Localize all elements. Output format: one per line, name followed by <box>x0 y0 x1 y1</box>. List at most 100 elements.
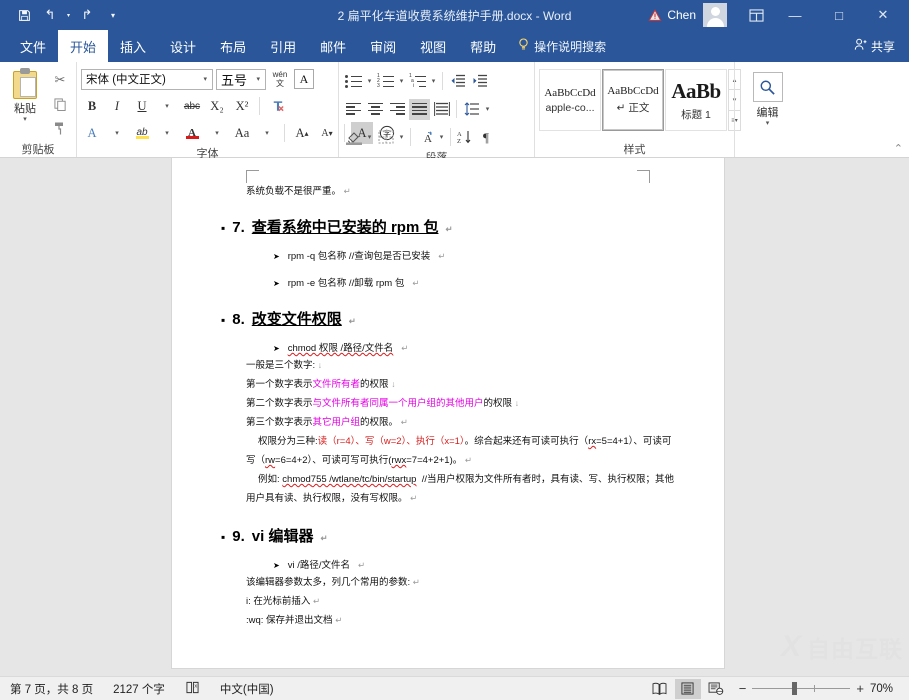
proofing-errors-icon[interactable]: x <box>175 681 210 697</box>
word-count[interactable]: 2127 个字 <box>103 681 175 697</box>
tab-view[interactable]: 视图 <box>408 30 458 62</box>
zoom-track[interactable] <box>752 682 851 695</box>
change-case-button[interactable]: Aa <box>231 122 253 144</box>
font-name-combo[interactable]: 宋体 (中文正文) ▾ <box>81 68 213 90</box>
text-effects-dropdown-icon[interactable]: ▾ <box>106 122 128 144</box>
collapse-ribbon-icon[interactable]: ⌃ <box>894 142 903 155</box>
tab-design[interactable]: 设计 <box>158 30 208 62</box>
share-button[interactable]: 共享 <box>854 30 909 62</box>
tab-references[interactable]: 引用 <box>258 30 308 62</box>
tell-me-search[interactable]: 操作说明搜索 <box>508 30 616 62</box>
tab-mailings[interactable]: 邮件 <box>308 30 358 62</box>
font-color-icon[interactable]: A <box>181 122 203 144</box>
warning-icon[interactable] <box>648 8 662 22</box>
text-highlight-icon[interactable]: ab <box>131 122 153 144</box>
borders-icon[interactable] <box>375 127 396 148</box>
read-mode-icon[interactable] <box>647 679 673 699</box>
zoom-slider[interactable]: − + <box>739 681 864 696</box>
clear-formatting-icon[interactable] <box>266 95 288 117</box>
web-layout-icon[interactable] <box>703 679 729 699</box>
font-color-dropdown-icon[interactable]: ▾ <box>206 122 228 144</box>
paste-dropdown-icon[interactable]: ▾ <box>23 116 27 123</box>
bold-button[interactable]: B <box>81 95 103 117</box>
style-item-apple-co[interactable]: AaBbCcDd apple-co... <box>539 69 601 131</box>
chevron-down-icon[interactable]: ▾ <box>253 75 263 83</box>
increase-indent-icon[interactable] <box>469 71 490 92</box>
sort-icon[interactable]: AZ <box>455 127 476 148</box>
heading-9[interactable]: ▪ 9. vi 编辑器 ↵ <box>221 525 674 546</box>
tab-insert[interactable]: 插入 <box>108 30 158 62</box>
editing-button[interactable]: 编辑 ▾ <box>740 72 796 127</box>
zoom-out-button[interactable]: − <box>739 681 747 696</box>
tab-home[interactable]: 开始 <box>58 30 109 62</box>
tab-file[interactable]: 文件 <box>8 30 58 62</box>
borders-dropdown-icon[interactable]: ▾ <box>397 126 406 148</box>
phonetic-guide-icon[interactable]: wén 文 <box>269 68 291 90</box>
paste-button[interactable]: 粘贴 ▾ <box>4 67 46 123</box>
zoom-in-button[interactable]: + <box>856 681 864 696</box>
save-icon[interactable] <box>12 4 36 26</box>
style-item-normal[interactable]: AaBbCcDd ↵ 正文 <box>602 69 664 131</box>
justify-icon[interactable] <box>409 98 430 120</box>
user-name[interactable]: Chen <box>667 8 696 22</box>
close-button[interactable]: ✕ <box>861 0 905 30</box>
asian-layout-icon[interactable]: A <box>415 127 436 148</box>
show-paragraph-marks-icon[interactable]: ¶ <box>477 127 498 148</box>
multilevel-list-icon[interactable]: 1ai <box>407 71 428 92</box>
scissors-icon[interactable]: ✂ <box>48 69 72 91</box>
align-center-icon[interactable] <box>365 99 386 120</box>
tab-help[interactable]: 帮助 <box>458 30 508 62</box>
heading-7[interactable]: ▪ 7. 查看系统中已安装的 rpm 包 ↵ <box>221 216 674 237</box>
bullet-list-icon[interactable] <box>343 71 364 92</box>
font-size-combo[interactable]: 五号 ▾ <box>216 68 266 90</box>
character-border-icon[interactable]: A <box>294 69 314 89</box>
decrease-indent-icon[interactable] <box>447 71 468 92</box>
undo-icon[interactable]: ↰ <box>38 4 62 26</box>
strikethrough-button[interactable]: abc <box>181 95 203 117</box>
italic-button[interactable]: I <box>106 95 128 117</box>
heading-8[interactable]: ▪ 8. 改变文件权限 ↵ <box>221 308 674 329</box>
multilevel-dropdown-icon[interactable]: ▾ <box>429 70 438 92</box>
ribbon-display-options-icon[interactable] <box>739 2 773 28</box>
highlight-dropdown-icon[interactable]: ▾ <box>156 122 178 144</box>
redo-icon[interactable]: ↱ <box>75 4 99 26</box>
minimize-button[interactable]: — <box>773 0 817 30</box>
distribute-icon[interactable] <box>431 99 452 120</box>
zoom-thumb[interactable] <box>792 682 798 695</box>
underline-button[interactable]: U <box>131 95 153 117</box>
bullets-dropdown-icon[interactable]: ▾ <box>365 70 374 92</box>
superscript-button[interactable]: X² <box>231 95 253 117</box>
numbering-dropdown-icon[interactable]: ▾ <box>397 70 406 92</box>
print-layout-icon[interactable] <box>674 678 701 699</box>
search-magnifier-icon[interactable] <box>752 72 783 102</box>
style-item-heading1[interactable]: AaBb 标题 1 <box>665 69 727 131</box>
shading-icon[interactable] <box>343 127 364 148</box>
align-left-icon[interactable] <box>343 99 364 120</box>
grow-font-button[interactable]: A ▴ <box>291 122 313 144</box>
document-canvas[interactable]: 系统负载不是很严重。 ↵ ▪ 7. 查看系统中已安装的 rpm 包 ↵ ➤ rp… <box>0 158 909 676</box>
shrink-font-button[interactable]: A ▾ <box>316 122 338 144</box>
text-effects-icon[interactable]: A <box>81 122 103 144</box>
customize-qat-icon[interactable]: ▾ <box>101 4 125 26</box>
copy-icon[interactable] <box>48 93 72 115</box>
format-painter-icon[interactable] <box>48 117 72 139</box>
tab-layout[interactable]: 布局 <box>208 30 258 62</box>
shading-dropdown-icon[interactable]: ▾ <box>365 126 374 148</box>
tab-review[interactable]: 审阅 <box>358 30 408 62</box>
numbered-list-icon[interactable]: 123 <box>375 71 396 92</box>
align-right-icon[interactable] <box>387 99 408 120</box>
page-indicator[interactable]: 第 7 页，共 8 页 <box>0 681 103 697</box>
line-spacing-icon[interactable] <box>461 99 482 120</box>
language-indicator[interactable]: 中文(中国) <box>210 681 284 697</box>
document-text[interactable]: 系统负载不是很严重。 ↵ ▪ 7. 查看系统中已安装的 rpm 包 ↵ ➤ rp… <box>221 184 674 630</box>
editing-dropdown-icon[interactable]: ▾ <box>766 120 770 127</box>
avatar[interactable] <box>703 3 727 27</box>
line-spacing-dropdown-icon[interactable]: ▾ <box>483 98 492 120</box>
maximize-button[interactable]: □ <box>817 0 861 30</box>
asian-layout-dropdown-icon[interactable]: ▾ <box>437 126 446 148</box>
document-page[interactable]: 系统负载不是很严重。 ↵ ▪ 7. 查看系统中已安装的 rpm 包 ↵ ➤ rp… <box>172 158 724 668</box>
subscript-button[interactable]: X₂ <box>206 95 228 117</box>
zoom-level[interactable]: 70% <box>866 683 901 695</box>
chevron-down-icon[interactable]: ▾ <box>200 75 210 83</box>
change-case-dropdown-icon[interactable]: ▾ <box>256 122 278 144</box>
